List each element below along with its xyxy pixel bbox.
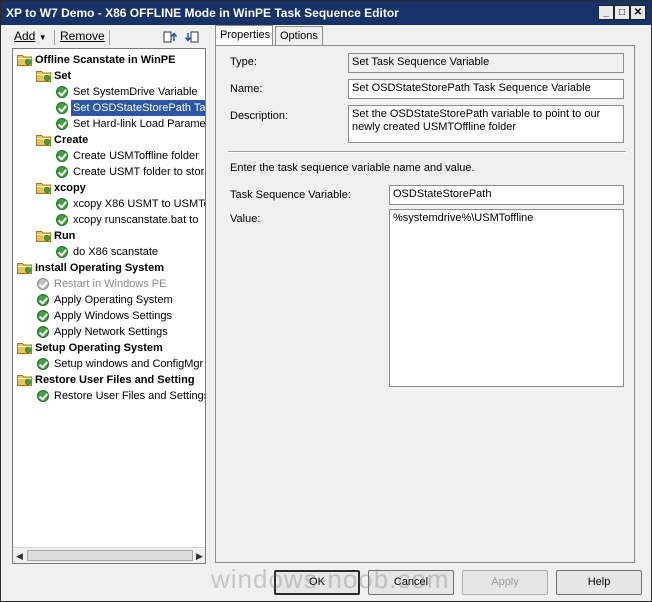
window-title: XP to W7 Demo - X86 OFFLINE Mode in WinP…	[6, 6, 399, 20]
tree-item-label: Setup windows and ConfigMgr	[54, 358, 204, 370]
step-status-icon	[37, 358, 49, 370]
tree-item-label: Create USMToffline folder	[73, 150, 199, 162]
step-status-icon	[37, 390, 49, 402]
folder-icon	[36, 231, 51, 242]
close-button[interactable]: ✕	[630, 5, 646, 20]
remove-label: Remove	[60, 29, 105, 43]
toolbar-separator	[109, 30, 110, 45]
folder-icon	[36, 135, 51, 146]
tree-item-label: Apply Network Settings	[54, 326, 168, 338]
tab-properties[interactable]: Properties	[215, 25, 273, 47]
add-label: Add	[14, 29, 36, 43]
step-status-icon	[37, 310, 49, 322]
value-textarea[interactable]: %systemdrive%\USMToffline	[389, 209, 624, 387]
apply-label: Apply	[491, 576, 519, 588]
description-value: Set the OSDStateStorePath variable to po…	[352, 108, 601, 133]
tree-item-label: Apply Windows Settings	[54, 310, 172, 322]
cancel-label: Cancel	[393, 576, 429, 588]
tree-item-label: Offline Scanstate in WinPE	[35, 54, 176, 66]
value-label: Value:	[230, 213, 261, 225]
tree-item-label: Set	[54, 70, 72, 82]
instruction-text: Enter the task sequence variable name an…	[230, 162, 475, 174]
section-divider	[228, 151, 626, 153]
step-status-icon	[56, 102, 68, 114]
type-field: Set Task Sequence Variable	[348, 53, 624, 73]
ok-label: OK	[309, 576, 325, 588]
type-label: Type:	[230, 56, 257, 68]
description-label: Description:	[230, 110, 289, 122]
maximize-button[interactable]: □	[614, 5, 630, 20]
task-sequence-editor-window: XP to W7 Demo - X86 OFFLINE Mode in WinP…	[0, 0, 652, 602]
tree-item-label: Run	[54, 230, 76, 242]
cancel-button[interactable]: Cancel	[368, 570, 454, 595]
toolbar-separator	[54, 30, 55, 45]
variable-input[interactable]: OSDStateStorePath	[389, 185, 624, 205]
tab-options[interactable]: Options	[275, 26, 323, 46]
minimize-button[interactable]: _	[598, 5, 614, 20]
tree-item-label: xcopy X86 USMT to USMTo	[73, 198, 206, 210]
tree-item-label: xcopy runscanstate.bat to	[73, 214, 199, 226]
add-menu-button[interactable]: Add ▼	[14, 29, 47, 43]
step-status-icon	[56, 214, 68, 226]
description-input[interactable]: Set the OSDStateStorePath variable to po…	[348, 105, 624, 143]
tree-item-label: Set Hard-link Load Paramet	[73, 118, 206, 130]
tree-item-label: Apply Operating System	[54, 294, 173, 306]
tree-item-label: Install Operating System	[35, 262, 164, 274]
tree-item-label: do X86 scanstate	[73, 246, 159, 258]
step-status-icon	[56, 150, 68, 162]
scroll-right-icon[interactable]: ▶	[196, 551, 203, 562]
properties-panel: Type: Set Task Sequence Variable Name: S…	[215, 45, 635, 563]
step-status-icon	[56, 246, 68, 258]
title-bar: XP to W7 Demo - X86 OFFLINE Mode in WinP…	[1, 1, 651, 25]
tree-item-label: Restore User Files and Setting	[35, 374, 195, 386]
dialog-buttons: OK Cancel Apply Help	[1, 564, 651, 601]
step-status-icon	[56, 86, 68, 98]
folder-icon	[17, 375, 32, 386]
tree-item-label: Set SystemDrive Variable	[73, 86, 198, 98]
step-status-icon	[56, 198, 68, 210]
tab-options-label: Options	[280, 30, 318, 42]
folder-icon	[17, 263, 32, 274]
task-sequence-tree: Offline Scanstate in WinPE Set Set SystemD…	[12, 48, 206, 564]
tree-item-label: Create	[54, 134, 89, 146]
move-down-icon[interactable]	[185, 30, 199, 44]
tree-item-label: Setup Operating System	[35, 342, 163, 354]
tree-item-label: Create USMT folder to stor	[73, 166, 205, 178]
apply-button[interactable]: Apply	[462, 570, 548, 595]
tree-item-label: Set OSDStateStorePath Ta	[71, 100, 206, 116]
variable-value: OSDStateStorePath	[393, 188, 492, 200]
folder-icon	[17, 343, 32, 354]
scrollbar-thumb[interactable]	[27, 550, 193, 561]
name-input[interactable]: Set OSDStateStorePath Task Sequence Vari…	[348, 79, 624, 99]
tree-toolbar: Add ▼ Remove	[11, 27, 207, 47]
tab-properties-label: Properties	[220, 29, 271, 41]
step-status-icon	[37, 326, 49, 338]
name-value: Set OSDStateStorePath Task Sequence Vari…	[352, 82, 591, 94]
move-up-icon[interactable]	[163, 30, 177, 44]
tree-item-label: Restore User Files and Settings	[54, 390, 206, 402]
tree-item-label: xcopy	[54, 182, 86, 194]
folder-icon	[36, 71, 51, 82]
value-value: %systemdrive%\USMToffline	[393, 212, 534, 224]
tree-item-label: Restart in Windows PE	[54, 278, 167, 290]
ok-button[interactable]: OK	[274, 570, 360, 595]
scroll-left-icon[interactable]: ◀	[16, 551, 23, 562]
step-status-icon	[37, 278, 49, 290]
folder-icon	[36, 183, 51, 194]
help-label: Help	[587, 576, 611, 588]
type-value: Set Task Sequence Variable	[352, 56, 490, 68]
step-status-icon	[37, 294, 49, 306]
step-status-icon	[56, 166, 68, 178]
remove-button[interactable]: Remove	[60, 29, 105, 43]
name-label: Name:	[230, 83, 263, 95]
variable-label: Task Sequence Variable:	[230, 189, 351, 201]
help-button[interactable]: Help	[556, 570, 642, 595]
folder-icon	[17, 55, 32, 66]
dropdown-arrow-icon: ▼	[38, 33, 47, 42]
horizontal-scrollbar[interactable]: ◀ ▶	[13, 547, 205, 563]
step-status-icon	[56, 118, 68, 130]
